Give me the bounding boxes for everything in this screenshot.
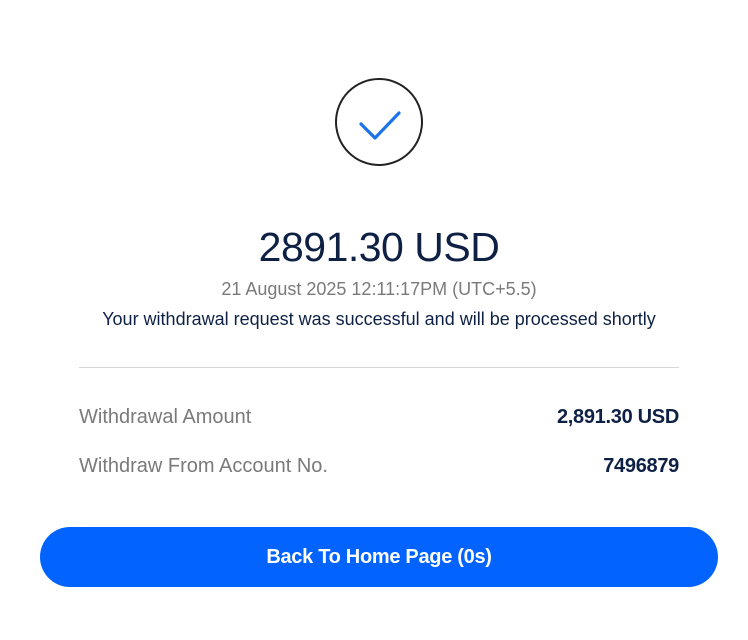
transaction-timestamp: 21 August 2025 12:11:17PM (UTC+5.5) <box>221 279 537 299</box>
checkmark-icon <box>359 111 401 140</box>
withdrawal-amount-heading: 2891.30 USD <box>258 224 500 270</box>
detail-value: 2,891.30 USD <box>556 405 679 428</box>
detail-value: 7496879 <box>603 454 679 477</box>
detail-label: Withdrawal Amount <box>79 405 252 428</box>
detail-row-withdrawal-amount: Withdrawal Amount 2,891.30 USD <box>79 403 679 431</box>
detail-row-account-number: Withdraw From Account No. 7496879 <box>79 452 679 480</box>
detail-label: Withdraw From Account No. <box>79 454 328 477</box>
success-check-icon <box>335 78 423 166</box>
back-to-home-button[interactable]: Back To Home Page (0s) <box>40 527 718 587</box>
success-message: Your withdrawal request was successful a… <box>102 309 656 329</box>
divider <box>79 367 679 368</box>
